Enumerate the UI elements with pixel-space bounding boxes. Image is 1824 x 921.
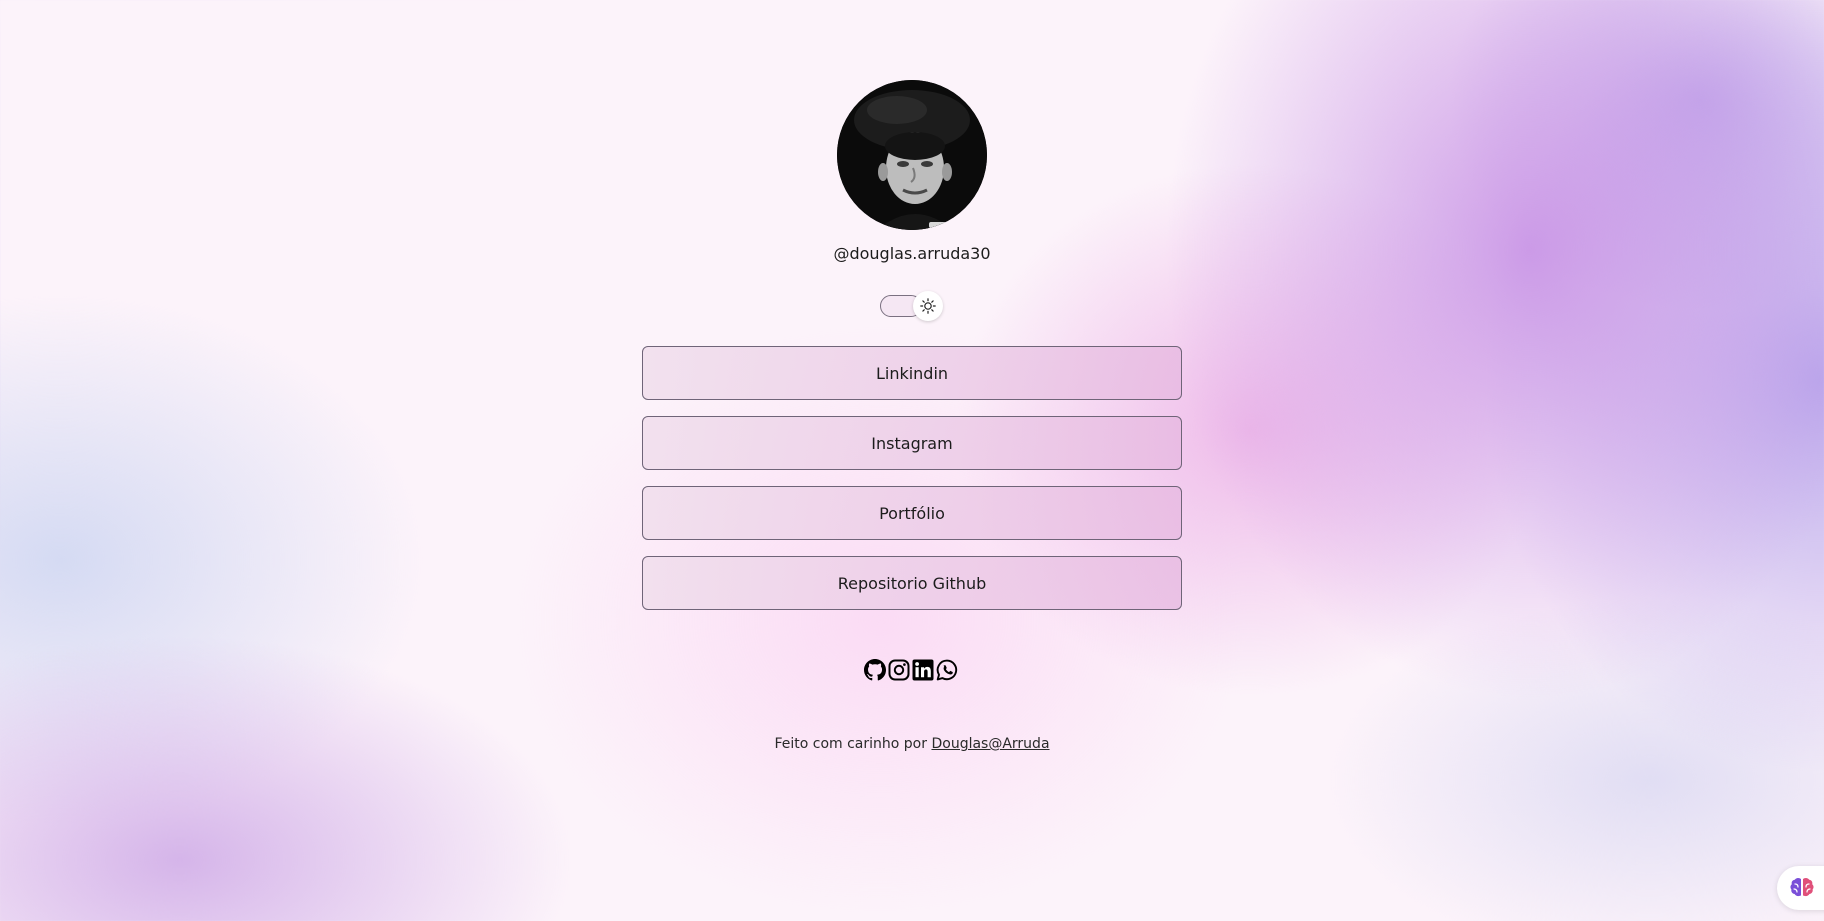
theme-toggle-knob[interactable] [913, 291, 943, 321]
footer-text: Feito com carinho por [774, 736, 932, 752]
username: @douglas.arruda30 [833, 244, 991, 263]
assistant-widget-button[interactable] [1777, 866, 1824, 910]
portfolio-link-button[interactable]: Portfólio [642, 486, 1182, 540]
social-icons [864, 659, 958, 681]
linkedin-icon[interactable] [912, 659, 934, 681]
footer: Feito com carinho por Douglas@Arruda [0, 736, 1824, 752]
github-repository-link-button[interactable]: Repositorio Github [642, 556, 1182, 610]
link-list: Linkindin Instagram Portfólio Repositori… [642, 346, 1182, 626]
author-link[interactable]: Douglas@Arruda [931, 736, 1049, 752]
instagram-icon[interactable] [888, 659, 910, 681]
whatsapp-icon[interactable] [936, 659, 958, 681]
avatar [837, 80, 987, 230]
github-icon[interactable] [864, 659, 886, 681]
profile-photo [837, 80, 987, 230]
brain-icon [1790, 877, 1814, 897]
sun-icon [920, 298, 936, 314]
linkedin-link-button[interactable]: Linkindin [642, 346, 1182, 400]
instagram-link-button[interactable]: Instagram [642, 416, 1182, 470]
